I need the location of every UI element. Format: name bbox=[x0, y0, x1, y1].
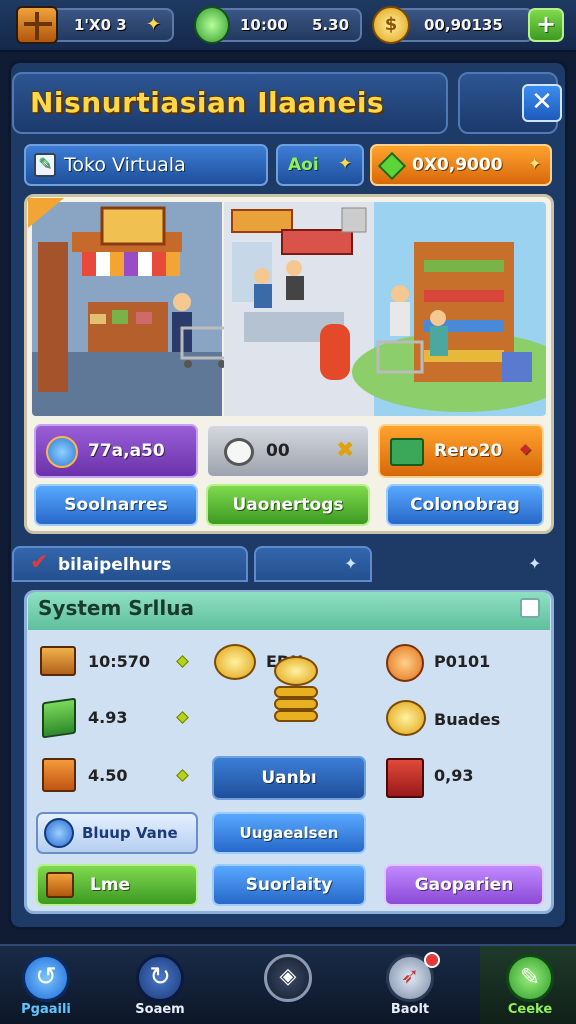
stat-value: Rero20 bbox=[434, 441, 503, 461]
tab-permissions[interactable]: ✔ bilaipelhurs bbox=[12, 546, 248, 582]
cash-icon bbox=[377, 151, 407, 181]
sparkle-icon: ✦ bbox=[338, 154, 353, 174]
book-icon bbox=[42, 697, 76, 739]
stat-value: 77a,a50 bbox=[88, 441, 165, 461]
add-store-button[interactable]: Aoi ✦ bbox=[276, 144, 364, 186]
lme-button[interactable]: Lme bbox=[36, 864, 198, 906]
add-currency-button[interactable]: + bbox=[528, 8, 564, 42]
swap-icon: ✖ bbox=[336, 438, 355, 463]
store-name-field[interactable]: ✎ Toko Virtuala bbox=[24, 144, 268, 186]
nav-label: Pgaaili bbox=[21, 1002, 71, 1017]
sparkle-icon: ✦ bbox=[344, 554, 358, 573]
scene-button-2[interactable]: Uaonertogs bbox=[206, 484, 370, 526]
gem-count-secondary: 5.30 bbox=[312, 16, 350, 34]
gaoparien-button[interactable]: Gaoparien bbox=[384, 864, 544, 906]
tab-secondary[interactable]: ✦ bbox=[254, 546, 372, 582]
uugaealsen-button[interactable]: Uugaealsen bbox=[212, 812, 366, 854]
close-button[interactable]: ✕ bbox=[522, 84, 562, 122]
crate-counter[interactable]: 1'X0 3 ✦ bbox=[46, 8, 174, 42]
coin-icon: $ bbox=[372, 6, 410, 44]
coin-stack-icon bbox=[274, 656, 320, 730]
system-title: System Srllua bbox=[38, 596, 194, 620]
coin-icon bbox=[386, 644, 424, 682]
add-label: Aoi bbox=[288, 155, 319, 175]
nav-label: Ceeke bbox=[507, 1002, 553, 1017]
magnifier-icon bbox=[44, 818, 74, 848]
gem-stack-icon bbox=[194, 6, 230, 44]
scene-button-1[interactable]: Soolnarres bbox=[34, 484, 198, 526]
gem-counter[interactable]: 10:00 5.30 bbox=[210, 8, 362, 42]
stat-time[interactable]: 00 ✖ bbox=[206, 424, 370, 478]
row-value: 4.93 bbox=[88, 708, 128, 727]
reload-icon[interactable]: ↻ bbox=[136, 954, 184, 1002]
right-row-value: P0101 bbox=[434, 652, 491, 671]
gift-icon bbox=[42, 758, 76, 792]
nav-label: Baolt bbox=[390, 1002, 430, 1017]
button-label: Bluup Vane bbox=[82, 824, 178, 842]
center-button[interactable]: Uanbı bbox=[212, 756, 366, 800]
crate-icon bbox=[46, 872, 74, 898]
store-name: Toko Virtuala bbox=[64, 154, 186, 176]
store-scene-illustration bbox=[32, 202, 546, 416]
crate-icon bbox=[16, 6, 58, 44]
system-checkbox[interactable] bbox=[520, 598, 540, 618]
refresh-icon[interactable]: ↺ bbox=[22, 954, 70, 1002]
crate-icon bbox=[40, 646, 76, 676]
coins-icon bbox=[386, 700, 426, 736]
tab-label: bilaipelhurs bbox=[58, 555, 172, 575]
check-icon: ✔ bbox=[30, 550, 49, 575]
globe-icon bbox=[46, 436, 78, 468]
suorlaity-button[interactable]: Suorlaity bbox=[212, 864, 366, 906]
nav-label: Soaem bbox=[135, 1002, 185, 1017]
row-value: 10:570 bbox=[88, 652, 151, 671]
stat-stock[interactable]: Rero20 ◆ bbox=[378, 424, 544, 478]
gem-count: 10:00 bbox=[240, 16, 288, 34]
stat-value: 00 bbox=[266, 441, 290, 461]
coin-count: 00,90135 bbox=[424, 16, 503, 34]
edit-icon: ✎ bbox=[34, 153, 56, 177]
bluup-vane-button[interactable]: Bluup Vane bbox=[36, 812, 198, 854]
sparkle-icon: ✦ bbox=[146, 14, 162, 35]
funds-display[interactable]: 0X0,9000 ✦ bbox=[370, 144, 552, 186]
books-icon bbox=[390, 438, 424, 466]
coin-icon bbox=[214, 644, 256, 680]
row-value: 4.50 bbox=[88, 766, 128, 785]
page-title: Nisnurtiasian Ilaaneis bbox=[30, 86, 385, 119]
funds-value: 0X0,9000 bbox=[412, 155, 503, 175]
notification-badge bbox=[424, 952, 440, 968]
compass-icon[interactable]: ◈ bbox=[264, 954, 312, 1002]
right-row-value: Buades bbox=[434, 710, 501, 729]
clock-icon bbox=[224, 438, 254, 466]
leaf-icon[interactable]: ✎ bbox=[506, 954, 554, 1002]
sparkle-icon: ✦ bbox=[528, 554, 542, 573]
crate-count: 1'X0 3 bbox=[74, 16, 127, 34]
button-label: Lme bbox=[90, 875, 131, 895]
right-row-value: 0,93 bbox=[434, 766, 474, 785]
stat-visitors[interactable]: 77a,a50 bbox=[34, 424, 198, 478]
shop-icon bbox=[386, 758, 424, 798]
diamond-icon: ◆ bbox=[520, 441, 531, 457]
sparkle-icon: ✦ bbox=[528, 154, 542, 173]
scene-button-3[interactable]: Colonobrag bbox=[386, 484, 544, 526]
